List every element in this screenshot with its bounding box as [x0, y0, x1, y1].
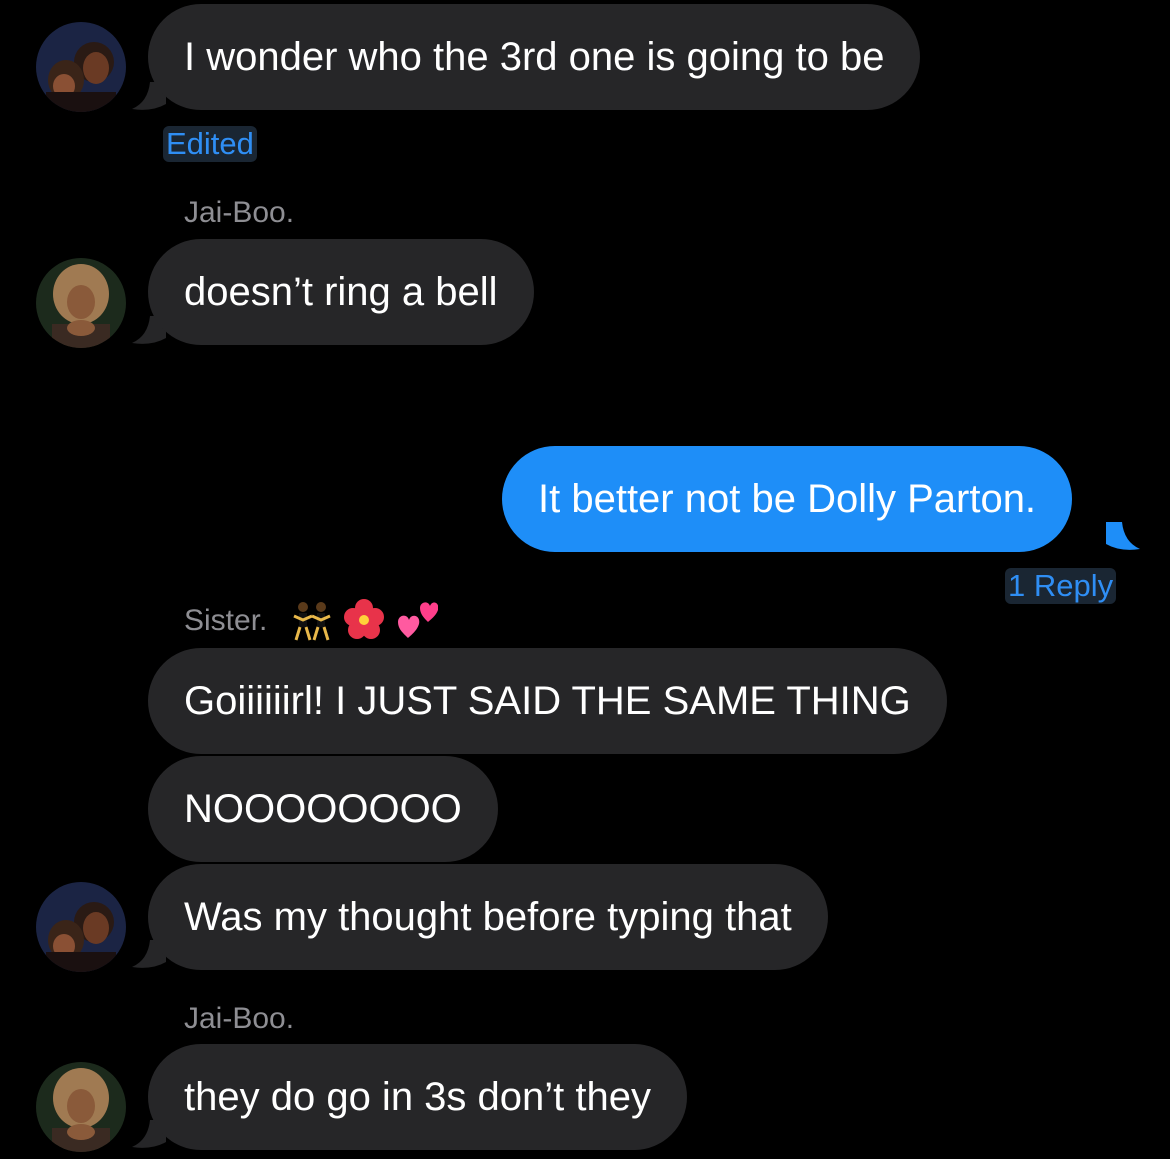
message-bubble[interactable]: Was my thought before typing that	[148, 864, 828, 970]
dancing-women-icon	[293, 602, 331, 641]
sister-avatar-photo	[36, 22, 126, 112]
sister-avatar-photo	[36, 882, 126, 972]
reply-count-link[interactable]: 1 Reply	[1005, 568, 1117, 604]
message-bubble-outgoing[interactable]: It better not be Dolly Parton.	[502, 446, 1073, 552]
message-bubble[interactable]: NOOOOOOOO	[148, 756, 498, 862]
sender-name-sister: Sister.	[184, 604, 268, 637]
avatar-jai-boo[interactable]	[36, 258, 126, 348]
message-bubble[interactable]: doesn’t ring a bell	[148, 239, 534, 345]
sender-name-jai-boo: Jai-Boo.	[184, 1002, 295, 1035]
jai-boo-avatar-photo	[36, 258, 126, 348]
edited-label[interactable]: Edited	[163, 126, 257, 162]
sender-emoji-strip	[290, 598, 438, 642]
message-bubble[interactable]: I wonder who the 3rd one is going to be	[148, 4, 921, 110]
hibiscus-icon	[344, 599, 384, 639]
avatar-jai-boo[interactable]	[36, 1062, 126, 1152]
avatar-sister[interactable]	[36, 22, 126, 112]
sender-name-jai-boo: Jai-Boo.	[184, 196, 295, 229]
avatar-sister[interactable]	[36, 882, 126, 972]
jai-boo-avatar-photo	[36, 1062, 126, 1152]
two-hearts-icon	[398, 602, 438, 638]
message-bubble[interactable]: Goiiiiiirl! I JUST SAID THE SAME THING	[148, 648, 947, 754]
bubble-tail-outgoing	[1106, 522, 1140, 550]
message-bubble[interactable]: they do go in 3s don’t they	[148, 1044, 687, 1150]
